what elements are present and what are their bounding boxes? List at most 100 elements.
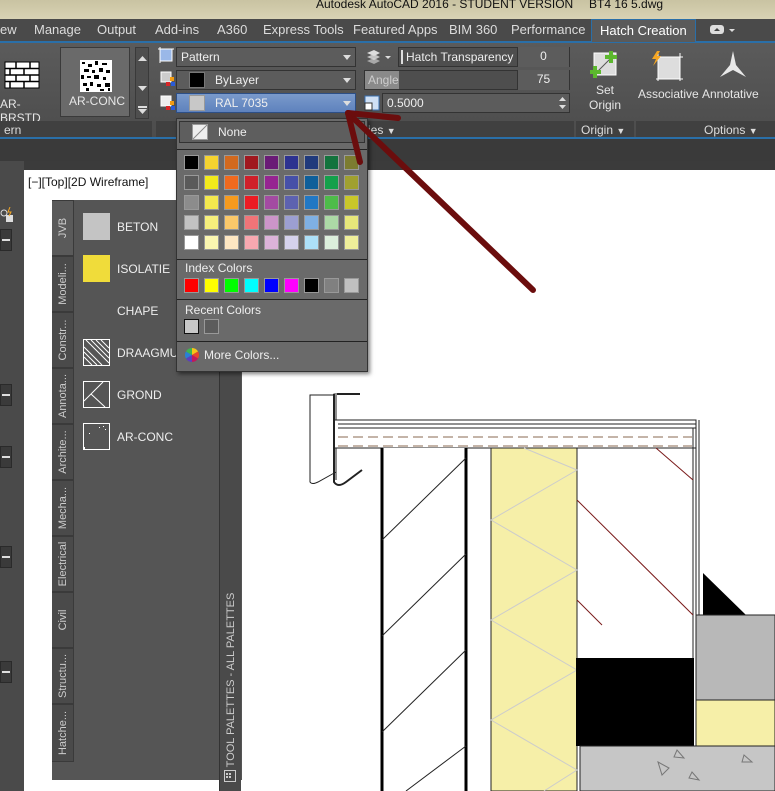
color-swatch[interactable] xyxy=(264,235,279,250)
palette-item-grond[interactable]: GROND xyxy=(83,381,203,411)
solid-gray-swatch-icon xyxy=(83,213,110,240)
color-swatch[interactable] xyxy=(184,195,199,210)
quick-select-icon[interactable] xyxy=(0,207,14,223)
color-swatch[interactable] xyxy=(224,215,239,230)
pattern-gallery-scroll[interactable] xyxy=(135,47,149,119)
layer-override-icon[interactable] xyxy=(366,49,392,65)
annotative-button[interactable]: Annotative xyxy=(702,47,764,119)
collapse-section-button[interactable] xyxy=(0,546,12,568)
file-name: BT4 16 5.dwg xyxy=(589,0,664,11)
color-swatch[interactable] xyxy=(204,215,219,230)
tab-hatch-creation[interactable]: Hatch Creation xyxy=(591,19,696,42)
palette-properties-icon[interactable] xyxy=(224,770,236,782)
color-swatch[interactable] xyxy=(284,235,299,250)
tab-performance[interactable]: Performance xyxy=(511,22,585,37)
palette-item-ar-conc[interactable]: AR-CONC xyxy=(83,423,203,453)
index-color-swatch[interactable] xyxy=(244,278,259,293)
tab-manage[interactable]: Manage xyxy=(34,22,81,37)
palette-tab-architectural[interactable]: Archite... xyxy=(52,424,74,480)
scroll-down-icon[interactable] xyxy=(138,86,147,92)
tab-featured-apps[interactable]: Featured Apps xyxy=(353,22,438,37)
color-swatch[interactable] xyxy=(244,195,259,210)
transparency-value[interactable]: 0 xyxy=(517,47,569,67)
color-swatch[interactable] xyxy=(244,235,259,250)
color-swatch[interactable] xyxy=(224,175,239,190)
color-swatch[interactable] xyxy=(244,215,259,230)
color-swatch[interactable] xyxy=(304,215,319,230)
background-color-icon xyxy=(160,95,175,110)
palette-tab-jvb[interactable]: JVB xyxy=(52,200,74,256)
palette-tab-mechanical[interactable]: Mecha... xyxy=(52,480,74,536)
color-swatch[interactable] xyxy=(224,155,239,170)
color-swatch[interactable] xyxy=(184,155,199,170)
scroll-up-icon[interactable] xyxy=(138,56,147,62)
color-swatch[interactable] xyxy=(284,215,299,230)
color-swatch[interactable] xyxy=(304,155,319,170)
palette-tab-construction[interactable]: Constr... xyxy=(52,312,74,368)
index-color-swatch[interactable] xyxy=(204,278,219,293)
color-swatch[interactable] xyxy=(304,235,319,250)
index-color-swatch[interactable] xyxy=(284,278,299,293)
hatch-transparency-field[interactable]: Hatch Transparency 0 xyxy=(398,47,570,67)
ribbon-minimize-button[interactable] xyxy=(710,23,740,40)
concrete-pattern-icon xyxy=(80,60,112,92)
color-swatch[interactable] xyxy=(304,175,319,190)
color-swatch[interactable] xyxy=(244,175,259,190)
pattern-label: AR-CONC xyxy=(69,94,125,108)
pattern-ar-conc[interactable]: AR-CONC xyxy=(60,47,130,117)
tab-output[interactable]: Output xyxy=(97,22,136,37)
index-color-swatch[interactable] xyxy=(264,278,279,293)
color-swatch[interactable] xyxy=(184,215,199,230)
associative-button[interactable]: Associative xyxy=(638,47,700,119)
gallery-expand-icon[interactable] xyxy=(138,106,147,114)
color-swatch[interactable] xyxy=(204,175,219,190)
recent-color-swatch[interactable] xyxy=(184,319,199,334)
color-swatch[interactable] xyxy=(264,215,279,230)
more-colors-button[interactable]: More Colors... xyxy=(185,347,355,365)
index-color-swatch[interactable] xyxy=(184,278,199,293)
color-swatch[interactable] xyxy=(284,175,299,190)
tab-express-tools[interactable]: Express Tools xyxy=(263,22,344,37)
hatch-type-value: Pattern xyxy=(181,50,220,64)
color-swatch[interactable] xyxy=(224,235,239,250)
recent-color-swatch[interactable] xyxy=(204,319,219,334)
hatch-color-icon xyxy=(160,71,175,86)
tab-a360[interactable]: A360 xyxy=(217,22,247,37)
hatch-type-dropdown[interactable]: Pattern xyxy=(176,47,356,67)
pattern-ar-brstd[interactable]: AR-BRSTD xyxy=(0,47,56,125)
color-swatch[interactable] xyxy=(184,235,199,250)
color-swatch[interactable] xyxy=(244,155,259,170)
color-swatch[interactable] xyxy=(204,155,219,170)
set-origin-button[interactable]: Set Origin xyxy=(580,47,630,119)
scale-spinner[interactable] xyxy=(558,95,567,111)
tab-view[interactable]: ew xyxy=(0,22,17,37)
collapse-section-button[interactable] xyxy=(0,446,12,468)
index-colors-label: Index Colors xyxy=(185,261,253,275)
collapse-section-button[interactable] xyxy=(0,384,12,406)
color-swatch[interactable] xyxy=(184,175,199,190)
collapse-section-button[interactable] xyxy=(0,661,12,683)
index-color-swatch[interactable] xyxy=(224,278,239,293)
color-swatch[interactable] xyxy=(284,195,299,210)
color-swatch[interactable] xyxy=(264,195,279,210)
color-swatch[interactable] xyxy=(204,235,219,250)
color-swatch[interactable] xyxy=(264,155,279,170)
color-swatch[interactable] xyxy=(284,155,299,170)
viewport-controls[interactable]: [−][Top][2D Wireframe] xyxy=(28,175,148,189)
chevron-down-icon: ▼ xyxy=(748,126,758,136)
palette-tab-annotation[interactable]: Annota... xyxy=(52,368,74,424)
palette-tab-modeling[interactable]: Modeli... xyxy=(52,256,74,312)
tab-bim-360[interactable]: BIM 360 xyxy=(449,22,497,37)
collapse-section-button[interactable] xyxy=(0,229,12,251)
index-color-swatch[interactable] xyxy=(304,278,319,293)
color-swatch[interactable] xyxy=(264,175,279,190)
color-swatch[interactable] xyxy=(304,195,319,210)
slider-handle[interactable] xyxy=(401,50,403,64)
color-swatch[interactable] xyxy=(204,195,219,210)
palette-tab-electrical[interactable]: Electrical xyxy=(52,536,74,592)
palette-tab-civil[interactable]: Civil xyxy=(52,592,74,648)
palette-tab-structural[interactable]: Structu... xyxy=(52,648,74,704)
color-swatch[interactable] xyxy=(224,195,239,210)
tab-add-ins[interactable]: Add-ins xyxy=(155,22,199,37)
palette-tab-hatches[interactable]: Hatche... xyxy=(52,704,74,762)
